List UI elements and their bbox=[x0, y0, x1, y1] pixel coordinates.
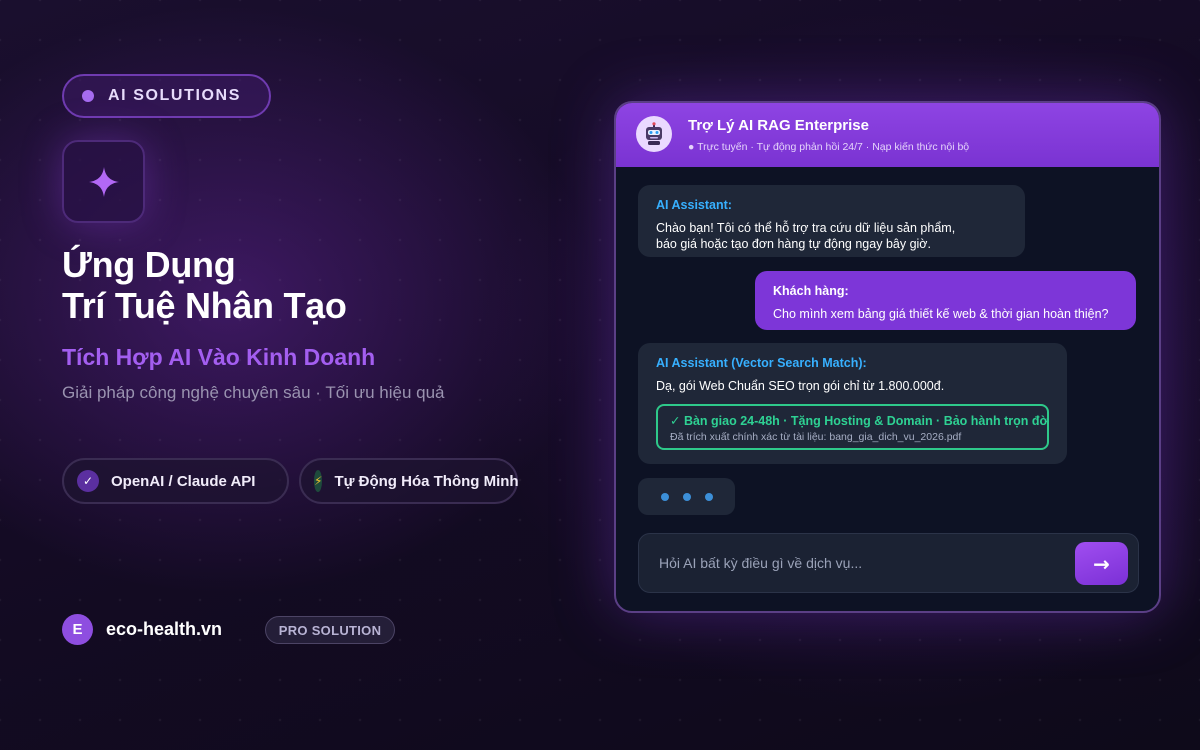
chat-message-ai: AI Assistant (Vector Search Match): Dạ, … bbox=[638, 343, 1067, 464]
message-line: báo giá hoặc tạo đơn hàng tự động ngay b… bbox=[656, 237, 931, 251]
page-subtitle: Tích Hợp AI Vào Kinh Doanh bbox=[62, 344, 376, 370]
page-title: Ứng Dụng Trí Tuệ Nhân Tạo bbox=[62, 244, 347, 326]
brand-logo: E bbox=[62, 614, 93, 645]
result-source: Đã trích xuất chính xác từ tài liệu: ban… bbox=[670, 431, 962, 443]
message-sender: AI Assistant (Vector Search Match): bbox=[656, 356, 867, 370]
ai-solutions-tag: AI SOLUTIONS bbox=[62, 74, 271, 118]
message-text: Cho mình xem bảng giá thiết kế web & thờ… bbox=[773, 307, 1109, 321]
lightning-icon: ⚡ bbox=[314, 470, 323, 492]
page-description: Giải pháp công nghệ chuyên sâu · Tối ưu … bbox=[62, 383, 445, 402]
robot-icon bbox=[646, 122, 662, 145]
sparkle-icon bbox=[88, 166, 119, 197]
tag-dot-icon bbox=[82, 90, 94, 102]
typing-dot bbox=[683, 492, 691, 501]
message-text: Chào bạn! Tôi có thể hỗ trợ tra cứu dữ l… bbox=[656, 220, 1007, 252]
chat-status: ● Trực tuyến · Tự động phản hồi 24/7 · N… bbox=[688, 141, 970, 153]
chat-message-ai: AI Assistant: Chào bạn! Tôi có thể hỗ tr… bbox=[638, 185, 1025, 257]
chat-header: Trợ Lý AI RAG Enterprise ● Trực tuyến · … bbox=[616, 103, 1159, 167]
send-button[interactable]: → bbox=[1075, 542, 1128, 585]
check-icon: ✓ bbox=[77, 470, 99, 492]
feature-chip-api: ✓ OpenAI / Claude API bbox=[62, 458, 289, 504]
pro-solution-badge: PRO SOLUTION bbox=[265, 616, 395, 644]
bot-avatar bbox=[636, 116, 672, 152]
chat-input-bar: → bbox=[638, 533, 1139, 593]
typing-dot bbox=[705, 492, 713, 501]
chat-title: Trợ Lý AI RAG Enterprise bbox=[688, 117, 869, 134]
feature-label: OpenAI / Claude API bbox=[111, 472, 256, 490]
feature-chip-automation: ⚡ Tự Động Hóa Thông Minh bbox=[299, 458, 519, 504]
chat-message-user: Khách hàng: Cho mình xem bảng giá thiết … bbox=[755, 271, 1136, 330]
message-line: Chào bạn! Tôi có thể hỗ trợ tra cứu dữ l… bbox=[656, 221, 956, 235]
typing-indicator bbox=[638, 478, 735, 515]
tag-label: AI SOLUTIONS bbox=[108, 87, 241, 104]
title-line-1: Ứng Dụng bbox=[62, 244, 236, 285]
message-text: Dạ, gói Web Chuẩn SEO trọn gói chỉ từ 1.… bbox=[656, 379, 945, 393]
brand-name: eco-health.vn bbox=[106, 619, 223, 639]
search-result-card: ✓ Bàn giao 24-48h · Tặng Hosting & Domai… bbox=[656, 404, 1049, 450]
sparkle-icon-box bbox=[62, 140, 145, 223]
result-highlight: ✓ Bàn giao 24-48h · Tặng Hosting & Domai… bbox=[670, 414, 1049, 428]
message-sender: AI Assistant: bbox=[656, 198, 732, 212]
chat-input[interactable] bbox=[659, 552, 1059, 574]
message-sender: Khách hàng: bbox=[773, 284, 849, 298]
typing-dot bbox=[661, 492, 669, 501]
chat-window: Trợ Lý AI RAG Enterprise ● Trực tuyến · … bbox=[614, 101, 1161, 613]
feature-label: Tự Động Hóa Thông Minh bbox=[334, 472, 519, 490]
title-line-2: Trí Tuệ Nhân Tạo bbox=[62, 285, 347, 326]
